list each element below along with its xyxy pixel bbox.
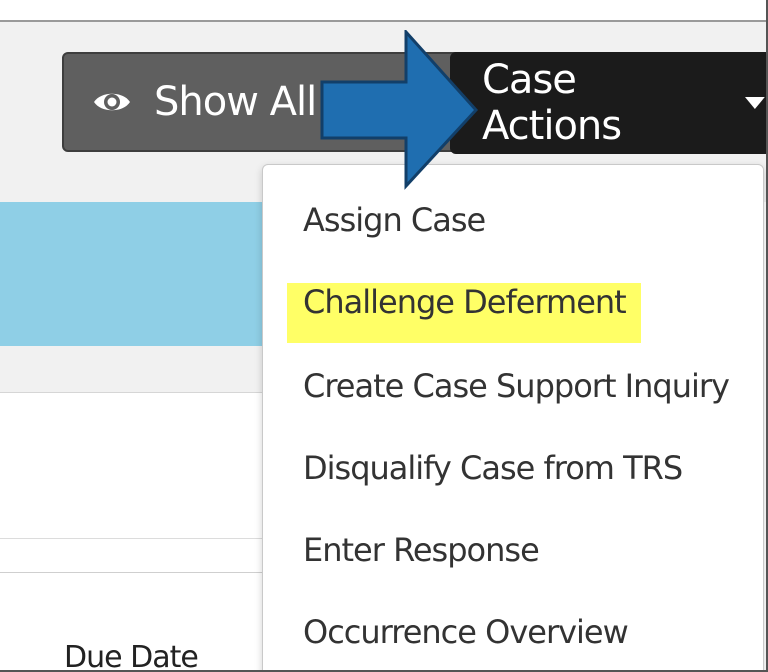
menu-item-assign-case[interactable]: Assign Case [303, 201, 486, 239]
app-frame: Show All Fi Case Actions Due Date Assign… [0, 0, 768, 672]
info-banner [0, 202, 270, 346]
menu-item-create-case-support-inquiry[interactable]: Create Case Support Inquiry [303, 367, 730, 405]
case-actions-dropdown: Assign Case Challenge Deferment Create C… [262, 164, 764, 670]
menu-item-disqualify-case-from-trs[interactable]: Disqualify Case from TRS [303, 449, 683, 487]
case-actions-button[interactable]: Case Actions [450, 52, 766, 154]
due-date-column-header[interactable]: Due Date [64, 640, 199, 670]
eye-icon [94, 93, 130, 111]
section-band [0, 346, 270, 393]
section-divider [0, 538, 270, 539]
top-strip [0, 0, 766, 22]
caret-down-icon [745, 97, 766, 109]
right-arrow-icon [320, 30, 479, 190]
menu-item-enter-response[interactable]: Enter Response [303, 531, 540, 569]
menu-item-challenge-deferment[interactable]: Challenge Deferment [303, 283, 627, 321]
case-actions-label: Case Actions [482, 57, 622, 149]
menu-item-occurrence-overview[interactable]: Occurrence Overview [303, 613, 629, 651]
